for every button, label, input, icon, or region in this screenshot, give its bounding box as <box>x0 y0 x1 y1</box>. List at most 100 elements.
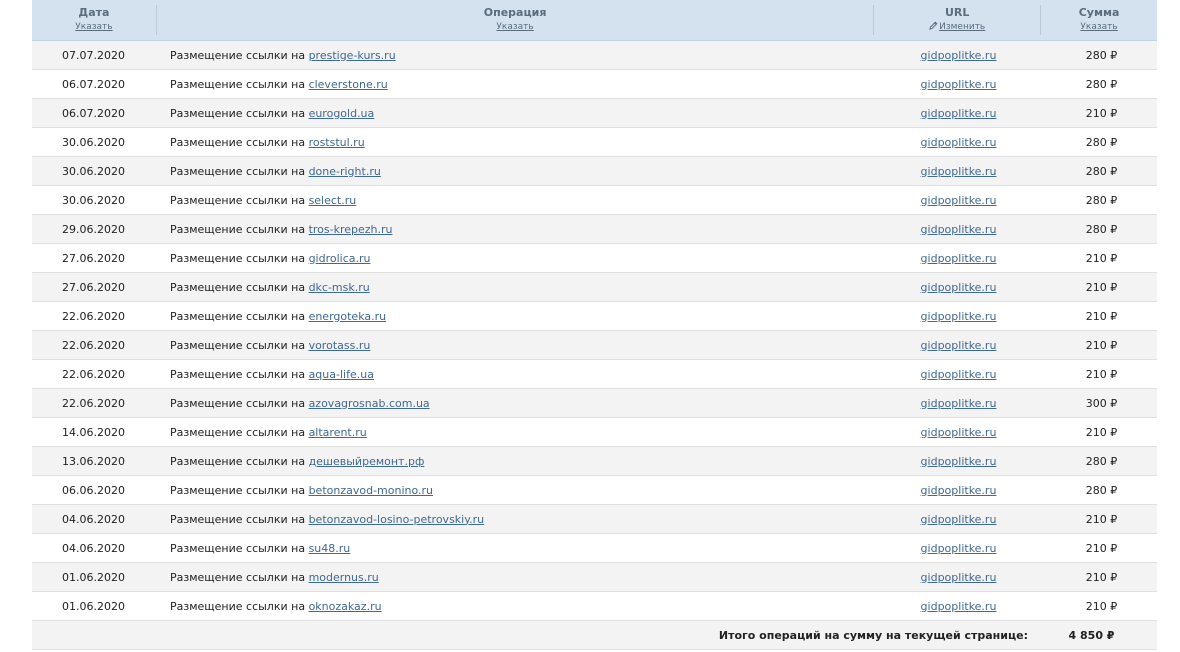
table-row: 22.06.2020 Размещение ссылки на aqua-life… <box>32 360 1157 389</box>
row-url: gidpoplitke.ru <box>875 368 1042 381</box>
placement-site-link[interactable]: azovagrosnab.com.ua <box>309 397 430 410</box>
row-sum: 210 ₽ <box>1085 425 1118 439</box>
url-link[interactable]: gidpoplitke.ru <box>921 368 997 381</box>
placement-site-link[interactable]: betonzavod-monino.ru <box>309 484 433 497</box>
url-change-link-wrap[interactable]: Изменить <box>929 19 985 32</box>
url-link[interactable]: gidpoplitke.ru <box>921 165 997 178</box>
row-sum: 210 ₽ <box>1085 541 1118 555</box>
row-sum: 210 ₽ <box>1085 280 1118 294</box>
placement-site-link[interactable]: altarent.ru <box>309 426 367 439</box>
row-date: 06.06.2020 <box>62 483 125 497</box>
placement-site-link[interactable]: дешевыйремонт.рф <box>309 455 425 468</box>
table-row: 27.06.2020 Размещение ссылки на gidrolica… <box>32 244 1157 273</box>
operation-prefix: Размещение ссылки на <box>170 454 306 468</box>
table-row: 14.06.2020 Размещение ссылки на altarent.… <box>32 418 1157 447</box>
operation-prefix: Размещение ссылки на <box>170 512 306 526</box>
sum-filter-link[interactable]: Указать <box>1080 22 1117 33</box>
url-link[interactable]: gidpoplitke.ru <box>921 78 997 91</box>
url-link[interactable]: gidpoplitke.ru <box>921 49 997 62</box>
placement-site-link[interactable]: aqua-life.ua <box>309 368 374 381</box>
url-link[interactable]: gidpoplitke.ru <box>921 571 997 584</box>
row-url: gidpoplitke.ru <box>875 339 1042 352</box>
operation-prefix: Размещение ссылки на <box>170 251 306 265</box>
operation-prefix: Размещение ссылки на <box>170 599 306 613</box>
row-operation: Размещение ссылки на gidrolica.ru <box>157 252 875 265</box>
row-operation: Размещение ссылки на aqua-life.ua <box>157 368 875 381</box>
row-sum: 210 ₽ <box>1085 309 1118 323</box>
row-date: 22.06.2020 <box>62 396 125 410</box>
row-sum: 210 ₽ <box>1085 599 1118 613</box>
placement-site-link[interactable]: su48.ru <box>309 542 351 555</box>
row-url: gidpoplitke.ru <box>875 542 1042 555</box>
row-date: 30.06.2020 <box>62 164 125 178</box>
row-sum: 280 ₽ <box>1085 135 1118 149</box>
row-url: gidpoplitke.ru <box>875 49 1042 62</box>
operation-prefix: Размещение ссылки на <box>170 483 306 497</box>
row-date: 01.06.2020 <box>62 570 125 584</box>
url-link[interactable]: gidpoplitke.ru <box>921 136 997 149</box>
placement-site-link[interactable]: done-right.ru <box>309 165 381 178</box>
placement-site-link[interactable]: tros-krepezh.ru <box>309 223 393 236</box>
table-row: 07.07.2020 Размещение ссылки на prestige-… <box>32 41 1157 70</box>
row-date: 06.07.2020 <box>62 106 125 120</box>
operation-prefix: Размещение ссылки на <box>170 541 306 555</box>
row-operation: Размещение ссылки на dkc-msk.ru <box>157 281 875 294</box>
table-row: 30.06.2020 Размещение ссылки на done-righ… <box>32 157 1157 186</box>
url-link[interactable]: gidpoplitke.ru <box>921 542 997 555</box>
url-link[interactable]: gidpoplitke.ru <box>921 310 997 323</box>
row-url: gidpoplitke.ru <box>875 252 1042 265</box>
placement-site-link[interactable]: prestige-kurs.ru <box>309 49 396 62</box>
table-row: 29.06.2020 Размещение ссылки на tros-krep… <box>32 215 1157 244</box>
row-operation: Размещение ссылки на дешевыйремонт.рф <box>157 455 875 468</box>
url-link[interactable]: gidpoplitke.ru <box>921 339 997 352</box>
placement-site-link[interactable]: dkc-msk.ru <box>309 281 370 294</box>
url-link[interactable]: gidpoplitke.ru <box>921 223 997 236</box>
placement-site-link[interactable]: vorotass.ru <box>309 339 371 352</box>
operation-prefix: Размещение ссылки на <box>170 280 306 294</box>
url-link[interactable]: gidpoplitke.ru <box>921 252 997 265</box>
row-date: 27.06.2020 <box>62 251 125 265</box>
url-link[interactable]: gidpoplitke.ru <box>921 600 997 613</box>
table-header: Дата Указать Операция Указать URL Измени… <box>32 0 1157 41</box>
column-title-url: URL <box>944 6 970 19</box>
placement-site-link[interactable]: select.ru <box>309 194 357 207</box>
placement-site-link[interactable]: cleverstone.ru <box>309 78 388 91</box>
column-title-sum: Сумма <box>1078 6 1120 19</box>
operation-prefix: Размещение ссылки на <box>170 164 306 178</box>
placement-site-link[interactable]: gidrolica.ru <box>309 252 371 265</box>
placement-site-link[interactable]: betonzavod-losino-petrovskiy.ru <box>309 513 485 526</box>
operation-prefix: Размещение ссылки на <box>170 193 306 207</box>
row-date: 29.06.2020 <box>62 222 125 236</box>
url-link[interactable]: gidpoplitke.ru <box>921 281 997 294</box>
column-title-operation: Операция <box>483 6 547 19</box>
url-change-link[interactable]: Изменить <box>939 22 985 33</box>
url-link[interactable]: gidpoplitke.ru <box>921 194 997 207</box>
row-url: gidpoplitke.ru <box>875 223 1042 236</box>
url-link[interactable]: gidpoplitke.ru <box>921 426 997 439</box>
placement-site-link[interactable]: roststul.ru <box>309 136 365 149</box>
row-date: 13.06.2020 <box>62 454 125 468</box>
placement-site-link[interactable]: energoteka.ru <box>309 310 387 323</box>
column-title-date: Дата <box>78 6 110 19</box>
row-operation: Размещение ссылки на select.ru <box>157 194 875 207</box>
row-sum: 210 ₽ <box>1085 570 1118 584</box>
row-url: gidpoplitke.ru <box>875 281 1042 294</box>
date-filter-link[interactable]: Указать <box>75 22 112 33</box>
placement-site-link[interactable]: modernus.ru <box>309 571 379 584</box>
placement-site-link[interactable]: eurogold.ua <box>309 107 375 120</box>
operation-filter-link[interactable]: Указать <box>496 22 533 33</box>
table-row: 30.06.2020 Размещение ссылки на select.ru… <box>32 186 1157 215</box>
row-url: gidpoplitke.ru <box>875 426 1042 439</box>
row-url: gidpoplitke.ru <box>875 571 1042 584</box>
url-link[interactable]: gidpoplitke.ru <box>921 484 997 497</box>
table-row: 06.07.2020 Размещение ссылки на cleversto… <box>32 70 1157 99</box>
url-link[interactable]: gidpoplitke.ru <box>921 397 997 410</box>
row-sum: 210 ₽ <box>1085 106 1118 120</box>
row-operation: Размещение ссылки на tros-krepezh.ru <box>157 223 875 236</box>
row-operation: Размещение ссылки на roststul.ru <box>157 136 875 149</box>
url-link[interactable]: gidpoplitke.ru <box>921 513 997 526</box>
row-sum: 280 ₽ <box>1085 193 1118 207</box>
placement-site-link[interactable]: oknozakaz.ru <box>309 600 382 613</box>
url-link[interactable]: gidpoplitke.ru <box>921 455 997 468</box>
url-link[interactable]: gidpoplitke.ru <box>921 107 997 120</box>
